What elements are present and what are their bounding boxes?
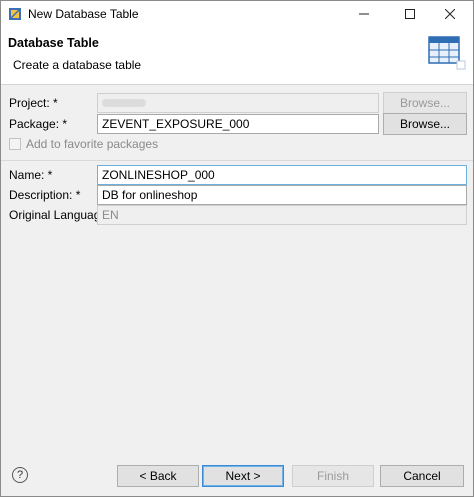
favorite-checkbox[interactable] — [9, 138, 21, 150]
package-browse-button[interactable]: Browse... — [383, 113, 467, 135]
project-field — [97, 93, 379, 113]
package-label: Package: * — [9, 117, 68, 131]
finish-button[interactable]: Finish — [292, 465, 374, 487]
dialog-window: New Database Table Database Table Create… — [0, 0, 474, 497]
name-row: Name: * ZONLINESHOP_000 — [1, 165, 473, 185]
original-language-field: EN — [97, 205, 467, 225]
wizard-header: Database Table Create a database table — [1, 27, 473, 85]
minimize-icon[interactable] — [341, 1, 387, 27]
back-button[interactable]: < Back — [117, 465, 199, 487]
eclipse-app-icon — [9, 8, 21, 20]
description-field[interactable]: DB for onlineshop — [97, 185, 467, 205]
title-bar[interactable]: New Database Table — [1, 1, 473, 27]
description-label: Description: * — [9, 188, 81, 202]
section-divider — [1, 160, 473, 161]
next-button[interactable]: Next > — [202, 465, 284, 487]
name-field[interactable]: ZONLINESHOP_000 — [97, 165, 467, 185]
help-icon[interactable]: ? — [12, 467, 28, 483]
original-language-row: Original Language: EN — [1, 205, 473, 225]
window-title: New Database Table — [28, 7, 139, 21]
wizard-subtitle: Create a database table — [13, 58, 142, 72]
favorite-checkbox-row[interactable]: Add to favorite packages — [9, 137, 158, 151]
favorite-label: Add to favorite packages — [26, 137, 159, 151]
project-label: Project: * — [9, 96, 58, 110]
project-value-redacted — [102, 99, 146, 107]
description-row: Description: * DB for onlineshop — [1, 185, 473, 205]
package-row: Package: * ZEVENT_EXPOSURE_000 Browse... — [1, 113, 473, 135]
project-browse-button[interactable]: Browse... — [383, 92, 467, 114]
original-language-label: Original Language: — [9, 208, 111, 222]
package-field[interactable]: ZEVENT_EXPOSURE_000 — [97, 114, 379, 134]
name-label: Name: * — [9, 168, 53, 182]
wizard-title: Database Table — [8, 36, 99, 50]
cancel-button[interactable]: Cancel — [380, 465, 464, 487]
close-icon[interactable] — [427, 1, 473, 27]
project-row: Project: * Browse... — [1, 92, 473, 114]
table-icon — [428, 36, 466, 70]
